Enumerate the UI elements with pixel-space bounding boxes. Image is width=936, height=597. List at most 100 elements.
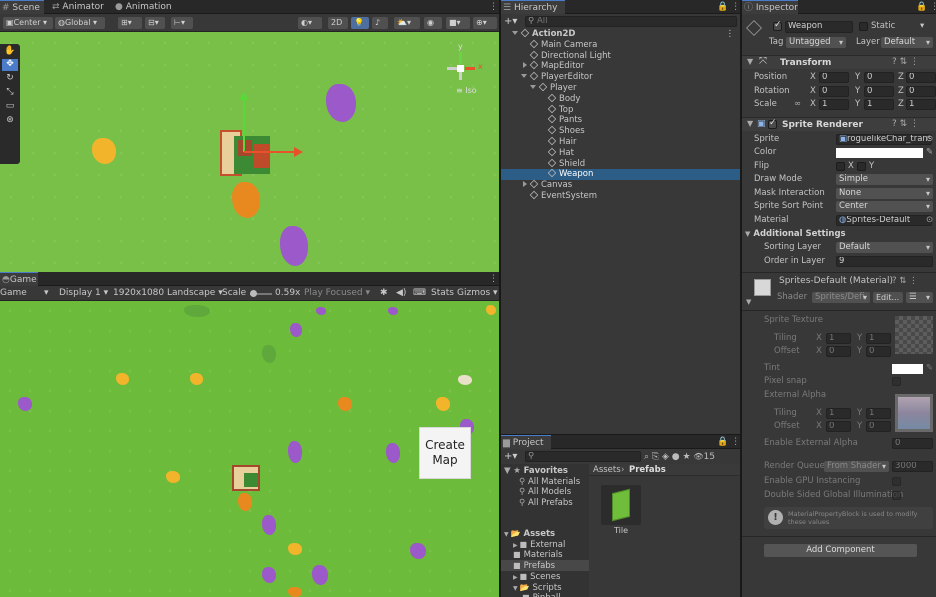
mask-interaction-dropdown[interactable]: None [836, 188, 933, 199]
visibility-icon[interactable]: ◉ [424, 17, 442, 29]
expand-arrow-icon[interactable] [530, 85, 536, 89]
project-folder-item[interactable]: ■Pinball [501, 592, 589, 597]
edit-shader-button[interactable]: Edit... [873, 292, 903, 303]
favorites-item[interactable]: ⚲ All Prefabs [519, 498, 573, 509]
scale-slider-handle[interactable] [250, 290, 257, 297]
object-name-field[interactable]: Weapon [785, 21, 853, 33]
render-queue-dropdown[interactable]: From Shader [824, 461, 889, 472]
tab-game[interactable]: ◓Game [0, 272, 38, 286]
material-options-dropdown[interactable]: ☰ [906, 292, 933, 303]
folder-arrow-icon[interactable]: ▶ [513, 542, 520, 549]
hierarchy-item[interactable]: Top [501, 104, 740, 116]
hierarchy-item[interactable]: Body [501, 93, 740, 105]
toggle-2d-button[interactable]: 2D [328, 17, 348, 29]
hierarchy-item[interactable]: Hair [501, 136, 740, 148]
tiling2-y-field[interactable]: 1 [866, 408, 891, 419]
position-z-field[interactable]: 0 [906, 72, 936, 83]
breadcrumb-assets[interactable]: Assets [593, 464, 621, 476]
folder-arrow-icon[interactable]: ▼ [504, 531, 511, 538]
inspector-lock-icon[interactable]: 🔒 ⋮ [914, 0, 936, 14]
gizmo-x-arrow-icon[interactable] [294, 147, 303, 157]
tiling-y-field[interactable]: 1 [866, 333, 891, 344]
align-icon[interactable]: ⊢▾ [171, 17, 193, 29]
gizmos-dropdown[interactable]: Gizmos ▾ [457, 287, 499, 299]
sprite-field[interactable]: ▣roguelikeChar_trans [836, 134, 932, 145]
material-field[interactable]: ◍Sprites-Default [836, 215, 932, 226]
create-map-button[interactable]: Create Map [419, 427, 471, 479]
external-alpha-texture-slot[interactable] [895, 394, 933, 432]
bug-icon[interactable]: ✱ [380, 287, 388, 299]
hierarchy-item[interactable]: Shield [501, 158, 740, 170]
project-lock-icon[interactable]: 🔒 ⋮ [715, 435, 740, 449]
material-menu-icon[interactable]: ? ⇅ ⋮ [892, 276, 918, 287]
project-folder-item[interactable]: ▶ ■ External [501, 539, 589, 550]
tiling2-x-field[interactable]: 1 [826, 408, 851, 419]
favorites-item[interactable]: ⚲ All Models [519, 487, 571, 498]
iso-label[interactable]: ≡ Iso [456, 86, 477, 95]
snap-increment-icon[interactable]: ⊟▾ [145, 17, 165, 29]
sorting-layer-dropdown[interactable]: Default [836, 242, 933, 253]
constrain-proportions-icon[interactable]: ∞ [794, 99, 801, 110]
asset-tile[interactable] [601, 485, 641, 525]
hierarchy-add-button[interactable]: +▾ [504, 16, 522, 27]
favorites-header[interactable]: ▼ ★ Favorites [504, 466, 568, 477]
folder-arrow-icon[interactable]: ▶ [513, 574, 520, 581]
effects-icon[interactable]: ⛅▾ [394, 17, 420, 29]
flip-x-checkbox[interactable] [836, 162, 845, 171]
audio-icon[interactable]: ♪ [372, 17, 388, 29]
scene-viewport[interactable]: ✋ ✥ ↻ ⤡ ▭ ⊛ y x ≡ Iso [0, 32, 499, 272]
project-filter-icons[interactable]: ⌕ ⎘ ◈ ● ★ 👁15 [644, 451, 740, 462]
rotation-y-field[interactable]: 0 [864, 86, 894, 97]
tab-hierarchy[interactable]: ☰ Hierarchy [501, 0, 565, 14]
render-queue-field[interactable]: 3000 [892, 461, 933, 472]
lighting-icon[interactable]: 💡 [351, 17, 369, 29]
external-alpha-field[interactable]: 0 [892, 438, 933, 449]
camera-icon[interactable]: ■▾ [446, 17, 470, 29]
game-viewport[interactable]: Create Map [0, 301, 499, 597]
hierarchy-item[interactable]: Main Camera [501, 39, 740, 51]
material-picker-icon[interactable]: ⊙ [926, 215, 933, 226]
project-folder-item[interactable]: ▼ 📂 Assets [501, 528, 589, 539]
draw-mode-icon[interactable]: ◐▾ [298, 17, 322, 29]
object-picker-icon[interactable]: ⊙ [926, 134, 933, 145]
breadcrumb-prefabs[interactable]: Prefabs [629, 464, 666, 476]
hierarchy-item[interactable]: Canvas [501, 179, 740, 191]
color-swatch[interactable] [836, 148, 923, 158]
expand-arrow-icon[interactable] [512, 31, 518, 35]
static-dropdown-icon[interactable]: ▾ [920, 21, 924, 32]
tint-eyedropper-icon[interactable]: ✎ [926, 363, 933, 374]
tint-swatch[interactable] [892, 364, 923, 374]
move-tool-icon[interactable]: ✥ [2, 59, 18, 71]
static-checkbox[interactable] [859, 22, 868, 31]
rotation-z-field[interactable]: 0 [906, 86, 936, 97]
rotate-tool-icon[interactable]: ↻ [2, 73, 18, 85]
offset-x-field[interactable]: 0 [826, 346, 851, 357]
hierarchy-item[interactable]: Player [501, 82, 740, 94]
tab-inspector[interactable]: ⓘ Inspector [742, 0, 798, 14]
project-folder-item[interactable]: ■ Materials [501, 549, 589, 560]
collapse-arrow-icon[interactable] [523, 181, 527, 188]
stats-button[interactable]: Stats [431, 287, 454, 299]
expand-arrow-icon[interactable] [521, 74, 527, 79]
tab-project[interactable]: ▆ Project [501, 435, 551, 449]
hand-tool-icon[interactable]: ✋ [2, 46, 18, 58]
position-y-field[interactable]: 0 [864, 72, 894, 83]
tab-scene[interactable]: # Scene [0, 0, 44, 14]
scale-x-field[interactable]: 1 [819, 99, 849, 110]
gizmo-y-axis[interactable] [243, 98, 245, 152]
hierarchy-item[interactable]: Shoes [501, 125, 740, 137]
project-folder-item[interactable]: ▶ ■ Scenes [501, 571, 589, 582]
hierarchy-search-input[interactable]: ⚲ All [525, 16, 737, 27]
keyboard-icon[interactable]: ⌨ [413, 287, 426, 299]
scene-menu-icon[interactable]: ⋮ [726, 29, 735, 40]
position-x-field[interactable]: 0 [819, 72, 849, 83]
offset2-y-field[interactable]: 0 [866, 421, 891, 432]
sprite-renderer-header[interactable]: ▼ ▣ Sprite Renderer ? ⇅ ⋮ [742, 117, 936, 131]
scale-z-field[interactable]: 1 [906, 99, 936, 110]
hierarchy-item[interactable]: Hat [501, 147, 740, 159]
tiling-x-field[interactable]: 1 [826, 333, 851, 344]
pixel-snap-checkbox[interactable] [892, 377, 901, 386]
game-mode-dropdown[interactable]: Game ▾ [0, 287, 52, 299]
project-folder-item[interactable]: ■ Prefabs [501, 560, 589, 572]
gpu-instancing-checkbox[interactable] [892, 477, 901, 486]
